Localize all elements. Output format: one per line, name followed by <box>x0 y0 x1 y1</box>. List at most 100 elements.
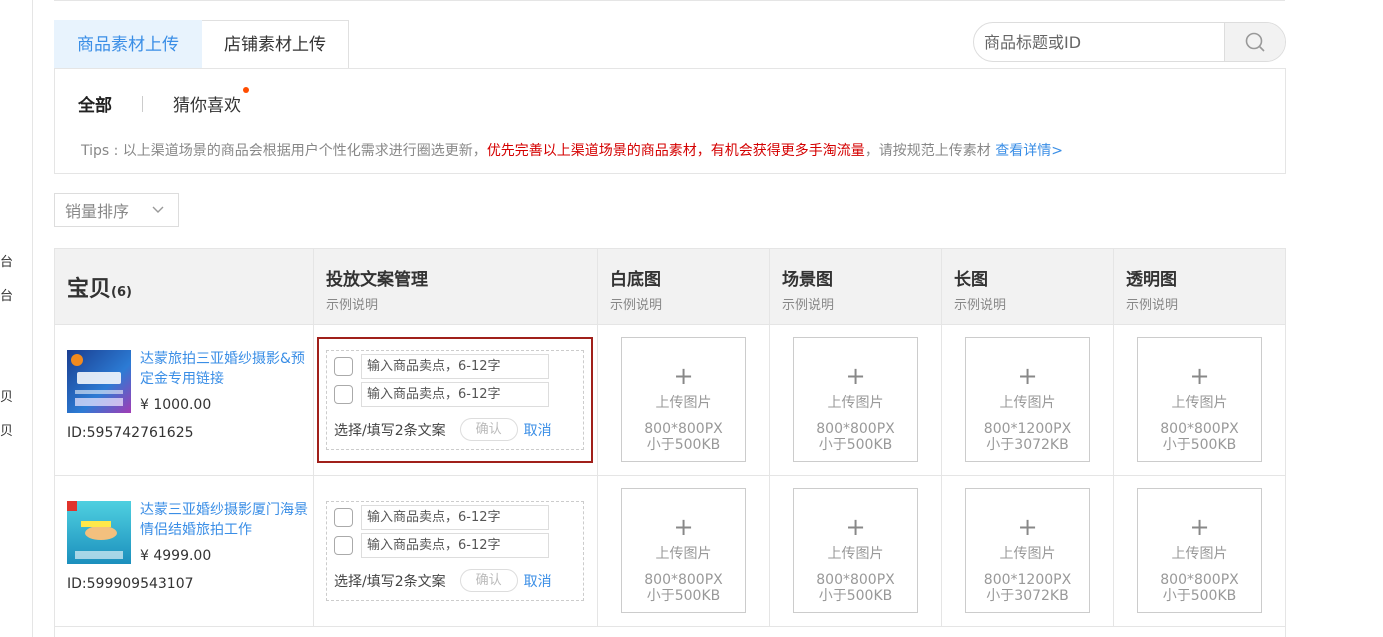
column-header-scene: 场景图 示例说明 <box>770 249 942 325</box>
size-spec: 800*800PX <box>1160 421 1239 437</box>
column-title: 投放文案管理 <box>326 270 428 290</box>
size-spec: 800*800PX <box>644 421 723 437</box>
cancel-button[interactable]: 取消 <box>524 420 552 440</box>
subtab-all[interactable]: 全部 <box>78 91 112 116</box>
copy-hint: 选择/填写2条文案 <box>334 422 446 439</box>
confirm-button[interactable]: 确认 <box>459 569 518 592</box>
column-header-long: 长图 示例说明 <box>942 249 1114 325</box>
subtab-guess-you-like[interactable]: 猜你喜欢 <box>173 87 249 116</box>
sidebar-fragment[interactable]: 贝 <box>0 420 13 439</box>
filter-panel: 全部 猜你喜欢 Tips : 以上渠道场景的商品会根据用户个性化需求进行圈选更新… <box>54 68 1286 174</box>
copy-hint: 选择/填写2条文案 <box>334 573 446 590</box>
copy-option-row: 输入商品卖点，6-12字 <box>334 382 549 407</box>
upload-scene-image[interactable]: + 上传图片 800*800PX 小于500KB <box>793 337 918 462</box>
upload-label: 上传图片 <box>999 546 1056 562</box>
example-link[interactable]: 示例说明 <box>610 294 769 313</box>
plus-icon: + <box>1017 362 1038 390</box>
plus-icon: + <box>845 513 866 541</box>
copy-input[interactable]: 输入商品卖点，6-12字 <box>361 354 549 379</box>
upload-transparent-image[interactable]: + 上传图片 800*800PX 小于500KB <box>1137 488 1262 613</box>
view-details-link[interactable]: 查看详情> <box>995 143 1063 159</box>
column-header-white: 白底图 示例说明 <box>598 249 770 325</box>
sort-label: 销量排序 <box>65 202 130 221</box>
upload-transparent-image[interactable]: + 上传图片 800*800PX 小于500KB <box>1137 337 1262 462</box>
tips-prefix: Tips : 以上渠道场景的商品会根据用户个性化需求进行圈选更新， <box>81 143 487 159</box>
tips-suffix: ，请按规范上传素材 <box>864 143 996 159</box>
file-size-spec: 小于500KB <box>646 588 721 604</box>
example-link[interactable]: 示例说明 <box>782 294 941 313</box>
copy-input[interactable]: 输入商品卖点，6-12字 <box>361 533 549 558</box>
plus-icon: + <box>845 362 866 390</box>
scene-cell: + 上传图片 800*800PX 小于500KB <box>770 476 942 626</box>
upload-label: 上传图片 <box>1171 395 1228 411</box>
copy-input[interactable]: 输入商品卖点，6-12字 <box>361 505 549 530</box>
long-image-cell: + 上传图片 800*1200PX 小于3072KB <box>942 325 1114 475</box>
product-title-link[interactable]: 达蒙旅拍三亚婚纱摄影&预定金专用链接 <box>140 349 310 389</box>
notification-dot <box>243 87 249 93</box>
example-link[interactable]: 示例说明 <box>954 294 1113 313</box>
cancel-button[interactable]: 取消 <box>524 571 552 591</box>
file-size-spec: 小于3072KB <box>986 588 1069 604</box>
upload-white-bg-image[interactable]: + 上传图片 800*800PX 小于500KB <box>621 488 746 613</box>
channel-subtabs: 全部 猜你喜欢 <box>78 87 249 116</box>
upload-long-image[interactable]: + 上传图片 800*1200PX 小于3072KB <box>965 337 1090 462</box>
copy-checkbox[interactable] <box>334 385 353 404</box>
confirm-button[interactable]: 确认 <box>459 418 518 441</box>
copy-option-row: 输入商品卖点，6-12字 <box>334 505 549 530</box>
sidebar-fragment[interactable]: 台 <box>0 251 13 270</box>
upload-scene-image[interactable]: + 上传图片 800*800PX 小于500KB <box>793 488 918 613</box>
white-bg-cell: + 上传图片 800*800PX 小于500KB <box>598 325 770 475</box>
copy-input[interactable]: 输入商品卖点，6-12字 <box>361 382 549 407</box>
product-price: ¥ 4999.00 <box>140 548 212 564</box>
tab-product-material[interactable]: 商品素材上传 <box>54 20 202 69</box>
copy-cell: 输入商品卖点，6-12字 输入商品卖点，6-12字 选择/填写2条文案 确认 取… <box>314 325 598 475</box>
file-size-spec: 小于500KB <box>646 437 721 453</box>
copy-checkbox[interactable] <box>334 508 353 527</box>
white-bg-cell: + 上传图片 800*800PX 小于500KB <box>598 476 770 626</box>
divider <box>54 0 1285 1</box>
copy-checkbox[interactable] <box>334 357 353 376</box>
column-title: 透明图 <box>1126 270 1177 290</box>
upload-label: 上传图片 <box>1171 546 1228 562</box>
transparent-cell: + 上传图片 800*800PX 小于500KB <box>1114 476 1285 626</box>
product-thumbnail[interactable] <box>67 350 131 413</box>
sort-dropdown[interactable]: 销量排序 <box>54 193 179 227</box>
file-size-spec: 小于3072KB <box>986 437 1069 453</box>
size-spec: 800*1200PX <box>983 421 1072 437</box>
upload-tabs: 商品素材上传 店铺素材上传 <box>54 20 349 69</box>
upload-label: 上传图片 <box>827 546 884 562</box>
table-row: 达蒙三亚婚纱摄影厦门海景情侣结婚旅拍工作 ¥ 4999.00 ID:599909… <box>55 476 1285 627</box>
column-header-item: 宝贝(6) <box>55 249 314 325</box>
copy-footer: 选择/填写2条文案 确认 取消 <box>334 569 552 592</box>
upload-white-bg-image[interactable]: + 上传图片 800*800PX 小于500KB <box>621 337 746 462</box>
subtab-label: 猜你喜欢 <box>173 96 241 116</box>
size-spec: 800*800PX <box>644 572 723 588</box>
size-spec: 800*800PX <box>1160 572 1239 588</box>
copy-footer: 选择/填写2条文案 确认 取消 <box>334 418 552 441</box>
product-thumbnail[interactable] <box>67 501 131 564</box>
size-spec: 800*800PX <box>816 421 895 437</box>
example-link[interactable]: 示例说明 <box>326 294 597 313</box>
search-button[interactable] <box>1224 23 1285 61</box>
column-title: 宝贝 <box>67 277 112 302</box>
product-id: ID:599909543107 <box>67 576 194 592</box>
example-link[interactable]: 示例说明 <box>1126 294 1285 313</box>
sidebar-fragment[interactable]: 台 <box>0 285 13 304</box>
copy-checkbox[interactable] <box>334 536 353 555</box>
tab-shop-material[interactable]: 店铺素材上传 <box>202 20 349 69</box>
upload-label: 上传图片 <box>655 546 712 562</box>
file-size-spec: 小于500KB <box>818 437 893 453</box>
search-input[interactable] <box>974 23 1224 61</box>
tips-highlight: 优先完善以上渠道场景的商品素材，有机会获得更多手淘流量 <box>486 143 865 159</box>
upload-label: 上传图片 <box>999 395 1056 411</box>
product-price: ¥ 1000.00 <box>140 397 212 413</box>
product-title-link[interactable]: 达蒙三亚婚纱摄影厦门海景情侣结婚旅拍工作 <box>140 500 310 540</box>
product-cell: 达蒙旅拍三亚婚纱摄影&预定金专用链接 ¥ 1000.00 ID:59574276… <box>55 325 314 475</box>
column-title: 长图 <box>954 270 988 290</box>
table-header: 宝贝(6) 投放文案管理 示例说明 白底图 示例说明 场景图 示例说明 长图 示… <box>55 248 1285 325</box>
item-count: (6) <box>111 285 132 300</box>
upload-long-image[interactable]: + 上传图片 800*1200PX 小于3072KB <box>965 488 1090 613</box>
plus-icon: + <box>1189 513 1210 541</box>
sidebar-fragment[interactable]: 贝 <box>0 386 13 405</box>
copy-option-row: 输入商品卖点，6-12字 <box>334 533 549 558</box>
